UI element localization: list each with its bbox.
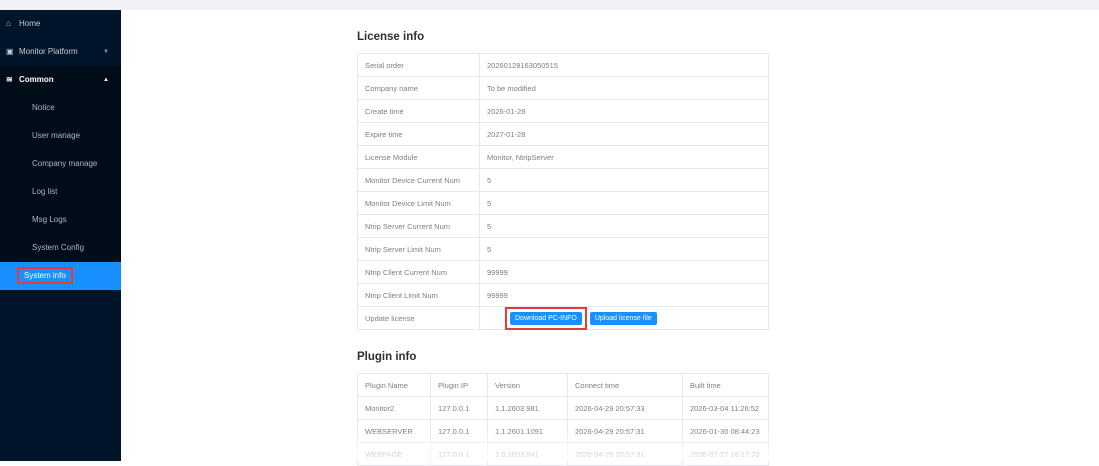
sidebar-item-notice[interactable]: Notice [0,94,121,122]
table-cell: Monitor2 [357,396,431,420]
plugin-table: Plugin Name Plugin IP Version Connect time B… [357,373,769,466]
table-cell-value: 2027-01-28 [479,122,769,146]
main-content: License info Serial order 202601281630505… [121,10,1099,466]
table-cell-value: 5 [479,168,769,192]
sidebar-item-home[interactable]: ⌂ Home [0,10,121,38]
license-table: Serial order 20260128163050515 Company nam… [357,53,769,330]
table-row: License Module Monitor, NtripServer [357,145,769,169]
license-info-title: License info [357,31,425,43]
table-cell: 2026-03-04 11:26:52 [682,396,769,420]
sidebar-item-label: Msg Logs [32,215,67,224]
sidebar-item-user-manage[interactable]: User manage [0,122,121,150]
table-cell-value: 5 [479,191,769,215]
table-cell: 2026-04-29 20:57:31 [567,419,683,443]
table-row: Ntrip Client Limit Num 99999 [357,283,769,307]
upload-license-button[interactable]: Upload license file [589,311,657,325]
table-cell-value: Download PC-INFO Upload license file [479,306,769,330]
sidebar-item-label: System Config [32,243,85,252]
sidebar-item-system-info[interactable]: System info [0,262,121,290]
table-row: Monitor Device Limit Num 5 [357,191,769,215]
table-row: Ntrip Client Current Num 99999 [357,260,769,284]
table-cell: 2026-01-30 08:44:23 [682,419,769,443]
sidebar-item-label: Company manage [32,159,98,168]
table-cell-key: Ntrip Client Current Num [357,260,480,284]
common-submenu: Notice User manage Company manage Log li… [0,94,121,290]
column-header: Plugin Name [357,373,431,397]
table-cell-key: Serial order [357,53,480,77]
sidebar-item-label: Common [19,75,54,84]
sidebar-item-label: Log list [32,187,58,196]
table-row: Serial order 20260128163050515 [357,53,769,77]
table-cell: 1.1.2601.1091 [487,419,568,443]
column-header: Built time [682,373,769,397]
table-cell-key: Ntrip Server Current Num [357,214,480,238]
table-cell-key: License Module [357,145,480,169]
sidebar-item-log-list[interactable]: Log list [0,178,121,206]
table-cell-key: Ntrip Client Limit Num [357,283,480,307]
table-row: Update license Download PC-INFO Upload li… [357,306,769,330]
sidebar-item-msg-logs[interactable]: Msg Logs [0,206,121,234]
sidebar-item-monitor-platform[interactable]: ▣ Monitor Platform ▼ [0,38,121,66]
home-icon: ⌂ [6,19,11,28]
table-cell-value: 5 [479,214,769,238]
table-cell: 127.0.0.1 [430,419,488,443]
table-cell-key: Monitor Device Limit Num [357,191,480,215]
sidebar-item-label: Notice [32,103,55,112]
download-button-highlight: Download PC-INFO [505,306,587,330]
table-row: WEBPAGE 127.0.0.1 1.0.2603.941 2026-04-29 2… [357,442,769,466]
table-cell-key: Ntrip Server Limit Num [357,237,480,261]
sidebar-item-label: Monitor Platform [19,47,78,56]
table-cell-key: Create time [357,99,480,123]
table-cell-key: Update license [357,306,480,330]
table-cell: 2026-02-27 18:17:23 [682,442,769,466]
table-cell-value: 99999 [479,260,769,284]
table-cell: 2026-04-29 20:57:33 [567,396,683,420]
sidebar-item-company-manage[interactable]: Company manage [0,150,121,178]
column-header: Version [487,373,568,397]
table-cell-value: 20260128163050515 [479,53,769,77]
table-cell: 1.1.2603.981 [487,396,568,420]
table-cell-value: To be modified [479,76,769,100]
sidebar-item-label: User manage [32,131,81,140]
stack-icon: ≋ [6,75,13,84]
table-cell: 1.0.2603.941 [487,442,568,466]
table-row: Monitor2 127.0.0.1 1.1.2603.981 2026-04-29 … [357,396,769,420]
sidebar-item-label: System info [17,267,73,284]
table-row: Monitor Device Current Num 5 [357,168,769,192]
column-header: Connect time [567,373,683,397]
table-cell-value: Monitor, NtripServer [479,145,769,169]
table-row: Ntrip Server Limit Num 5 [357,237,769,261]
table-cell: WEBSERVER [357,419,431,443]
table-header-row: Plugin Name Plugin IP Version Connect time B… [357,373,769,397]
table-cell: WEBPAGE [357,442,431,466]
chevron-up-icon: ▲ [103,77,109,83]
sidebar-item-common[interactable]: ≋ Common ▲ [0,66,121,94]
table-cell-value: 5 [479,237,769,261]
table-row: Company name To be modified [357,76,769,100]
table-row: Create time 2026-01-28 [357,99,769,123]
table-cell-key: Expire time [357,122,480,146]
top-strip [0,0,1099,10]
table-row: WEBSERVER 127.0.0.1 1.1.2601.1091 2026-04-2… [357,419,769,443]
table-row: Ntrip Server Current Num 5 [357,214,769,238]
column-header: Plugin IP [430,373,488,397]
table-cell-value: 2026-01-28 [479,99,769,123]
sidebar-item-system-config[interactable]: System Config [0,234,121,262]
chevron-down-icon: ▼ [103,49,109,55]
monitor-icon: ▣ [6,47,14,56]
sidebar: ⌂ Home ▣ Monitor Platform ▼ ≋ Common ▲ Noti… [0,10,121,461]
table-cell-value: 99999 [479,283,769,307]
plugin-info-title: Plugin info [357,351,417,363]
sidebar-item-label: Home [19,19,41,28]
content-panel: License info Serial order 202601281630505… [357,30,769,466]
table-row: Expire time 2027-01-28 [357,122,769,146]
download-pc-info-button[interactable]: Download PC-INFO [510,311,582,325]
table-cell-key: Company name [357,76,480,100]
table-cell-key: Monitor Device Current Num [357,168,480,192]
table-cell: 127.0.0.1 [430,396,488,420]
table-cell: 2026-04-29 20:57:31 [567,442,683,466]
table-cell: 127.0.0.1 [430,442,488,466]
